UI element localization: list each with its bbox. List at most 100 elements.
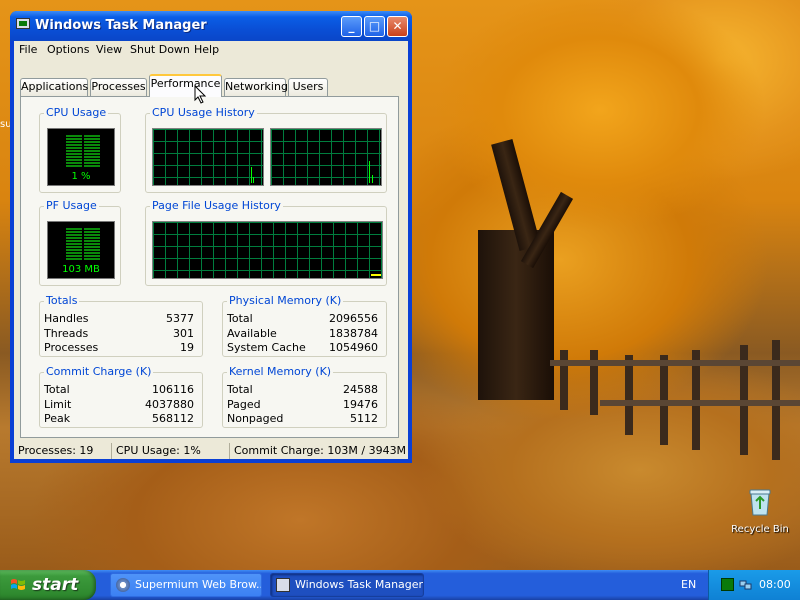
- stat-key: System Cache: [227, 341, 306, 354]
- tab-users[interactable]: Users: [288, 78, 328, 96]
- system-tray: 08:00: [708, 570, 800, 600]
- stat-row: Paged 19476: [223, 398, 386, 412]
- pf-history-group: Page File Usage History: [145, 199, 387, 286]
- pf-history-label: Page File Usage History: [150, 199, 283, 212]
- stat-row: Total 24588: [223, 383, 386, 397]
- stat-key: Handles: [44, 312, 89, 325]
- physical-memory-group: Physical Memory (K) Total 2096556 Availab…: [222, 294, 387, 357]
- status-commit-charge: Commit Charge: 103M / 3943M: [234, 444, 407, 457]
- fence-post: [560, 350, 568, 410]
- stat-value: 1054960: [329, 341, 378, 354]
- kernel-memory-group: Kernel Memory (K) Total 24588 Paged 19476 …: [222, 365, 387, 428]
- stat-key: Peak: [44, 412, 71, 425]
- network-tray-icon[interactable]: [739, 578, 752, 591]
- stat-row: Limit 4037880: [40, 398, 202, 412]
- kernel-memory-label: Kernel Memory (K): [227, 365, 334, 378]
- taskbar: start Supermium Web Brow... Windows Task…: [0, 570, 800, 600]
- commit-charge-label: Commit Charge (K): [44, 365, 154, 378]
- minimize-button[interactable]: _: [341, 16, 362, 37]
- tab-applications[interactable]: Applications: [20, 78, 88, 96]
- cpu-usage-meter: 1 %: [47, 128, 115, 186]
- tab-networking[interactable]: Networking: [224, 78, 288, 96]
- fence-rail: [550, 360, 800, 366]
- tab-processes[interactable]: Processes: [90, 78, 147, 96]
- menu-view[interactable]: View: [96, 43, 122, 56]
- menu-options[interactable]: Options: [47, 43, 89, 56]
- status-bar: Processes: 19 CPU Usage: 1% Commit Charg…: [14, 443, 408, 459]
- recycle-bin-label: Recycle Bin: [731, 524, 789, 535]
- pf-usage-label: PF Usage: [44, 199, 99, 212]
- windows-flag-icon: [11, 579, 25, 590]
- status-cpu-usage: CPU Usage: 1%: [112, 443, 230, 459]
- stat-value: 1838784: [329, 327, 378, 340]
- stat-key: Paged: [227, 398, 261, 411]
- close-button[interactable]: ✕: [387, 16, 408, 37]
- cpu-spike: [251, 167, 252, 183]
- totals-group: Totals Handles 5377 Threads 301 Processes 1…: [39, 294, 203, 357]
- stat-key: Total: [44, 383, 70, 396]
- stat-value: 5377: [166, 312, 194, 325]
- menu-bar: File Options View Shut Down Help: [14, 41, 408, 59]
- cpu-history-label: CPU Usage History: [150, 106, 257, 119]
- stat-key: Total: [227, 312, 253, 325]
- stat-row: Peak 568112: [40, 412, 202, 426]
- stat-value: 568112: [152, 412, 194, 425]
- stat-value: 19: [180, 341, 194, 354]
- taskbar-button-browser[interactable]: Supermium Web Brow...: [110, 573, 262, 597]
- taskbar-button-label: Windows Task Manager: [295, 578, 424, 591]
- stat-value: 5112: [350, 412, 378, 425]
- stat-key: Processes: [44, 341, 99, 354]
- taskbar-button-task-manager[interactable]: Windows Task Manager: [270, 573, 424, 597]
- cpu-spike: [253, 177, 254, 183]
- taskbar-button-label: Supermium Web Brow...: [135, 578, 262, 591]
- window-title: Windows Task Manager: [35, 18, 207, 33]
- cpu-usage-bars: [66, 135, 100, 168]
- performance-panel: CPU Usage 1 % CPU Usage History PF Usage…: [20, 96, 399, 438]
- cpu-history-group: CPU Usage History: [145, 106, 387, 193]
- clock[interactable]: 08:00: [759, 578, 791, 591]
- stat-row: Threads 301: [40, 327, 202, 341]
- language-indicator[interactable]: EN: [681, 578, 696, 591]
- cpu-history-graph-core-1: [152, 128, 264, 186]
- task-manager-window[interactable]: Windows Task Manager _ □ ✕ File Options …: [10, 11, 412, 463]
- pf-history-line: [371, 274, 381, 276]
- stat-row: Total 2096556: [223, 312, 386, 326]
- maximize-button[interactable]: □: [364, 16, 385, 37]
- stat-row: Available 1838784: [223, 327, 386, 341]
- stat-row: System Cache 1054960: [223, 341, 386, 355]
- stat-key: Total: [227, 383, 253, 396]
- pf-usage-bars: [66, 228, 100, 261]
- stat-key: Threads: [44, 327, 89, 340]
- stat-row: Nonpaged 5112: [223, 412, 386, 426]
- title-bar[interactable]: Windows Task Manager _ □ ✕: [10, 11, 412, 41]
- tab-performance[interactable]: Performance: [149, 74, 222, 97]
- tree-trunk: [478, 230, 554, 400]
- fence-rail: [600, 400, 800, 406]
- stat-value: 24588: [343, 383, 378, 396]
- start-button[interactable]: start: [0, 570, 96, 600]
- menu-file[interactable]: File: [19, 43, 37, 56]
- stat-value: 4037880: [145, 398, 194, 411]
- menu-shut-down[interactable]: Shut Down: [130, 43, 190, 56]
- menu-help[interactable]: Help: [194, 43, 219, 56]
- stat-value: 19476: [343, 398, 378, 411]
- stat-key: Nonpaged: [227, 412, 284, 425]
- stat-key: Available: [227, 327, 277, 340]
- cpu-usage-label: CPU Usage: [44, 106, 109, 119]
- task-manager-icon: [16, 18, 30, 29]
- mouse-cursor-icon: [194, 85, 207, 104]
- totals-label: Totals: [44, 294, 80, 307]
- stat-value: 2096556: [329, 312, 378, 325]
- start-label: start: [32, 575, 79, 595]
- stat-value: 301: [173, 327, 194, 340]
- browser-icon: [116, 578, 130, 592]
- window-body: File Options View Shut Down Help Applica…: [14, 41, 408, 459]
- pf-usage-value: 103 MB: [62, 264, 100, 275]
- task-manager-tray-icon[interactable]: [721, 578, 734, 591]
- cpu-usage-value: 1 %: [71, 171, 91, 182]
- stat-value: 106116: [152, 383, 194, 396]
- recycle-bin-icon[interactable]: [746, 487, 774, 517]
- task-manager-icon: [276, 578, 290, 592]
- physical-memory-label: Physical Memory (K): [227, 294, 344, 307]
- pf-history-graph: [152, 221, 383, 279]
